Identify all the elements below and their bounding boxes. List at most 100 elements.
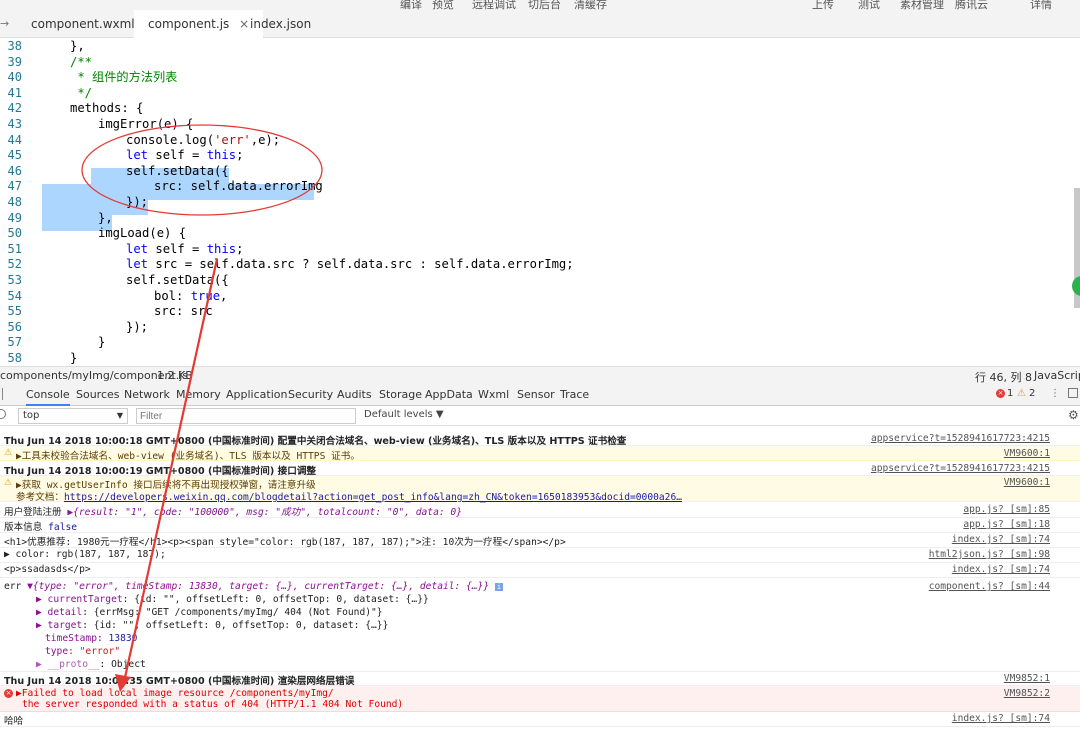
tab-appdata[interactable]: AppData <box>425 384 473 406</box>
error-count[interactable]: 1 <box>1007 388 1013 399</box>
console-text: 版本信息 false <box>4 522 78 533</box>
object-preview[interactable]: ▶{result: "1", code: "100000", msg: "成功"… <box>67 507 462 518</box>
console-message: 哈哈 index.js? [sm]:74 <box>0 712 1080 727</box>
console-text: <p>ssadasds</p> <box>4 564 91 575</box>
source-link[interactable]: VM9852:1 <box>1004 673 1050 684</box>
line-number: 43 <box>7 117 22 131</box>
warning-icon: ⚠ <box>4 448 13 458</box>
tab-console[interactable]: Console <box>26 384 70 406</box>
tab-memory[interactable]: Memory <box>176 384 221 406</box>
line-number: 46 <box>7 163 22 178</box>
language-mode[interactable]: JavaScript <box>1034 369 1080 382</box>
object-property[interactable]: ▶ currentTarget: {id: "", offsetLeft: 0,… <box>36 594 429 605</box>
code-line: bol: true, <box>154 288 228 303</box>
source-link[interactable]: appservice?t=1528941617723:4215 <box>871 433 1050 444</box>
object-property[interactable]: ▶ target: {id: "", offsetLeft: 0, offset… <box>36 620 388 631</box>
console-message: err ▼{type: "error", timeStamp: 13830, t… <box>0 578 1080 672</box>
console-text[interactable]: ▶ color: rgb(187, 187, 187); <box>4 549 166 560</box>
console-text: Thu Jun 14 2018 10:00:35 GMT+0800 (中国标准时… <box>4 676 355 687</box>
line-number: 56 <box>7 319 22 334</box>
toolbar-upload[interactable]: 上传 <box>812 0 834 10</box>
code-line: * 组件的方法列表 <box>70 70 178 85</box>
gear-icon[interactable]: ⚙ <box>1068 408 1079 422</box>
warning-count[interactable]: 2 <box>1029 388 1035 399</box>
code-line: imgLoad(e) { <box>98 226 187 241</box>
console-message: 版本信息 false app.js? [sm]:18 <box>0 518 1080 533</box>
source-link[interactable]: app.js? [sm]:85 <box>963 504 1050 515</box>
panel-icon[interactable] <box>2 388 8 400</box>
undock-icon[interactable] <box>1068 388 1078 398</box>
tab-sources[interactable]: Sources <box>76 384 120 406</box>
toolbar-background[interactable]: 切后台 <box>528 0 561 10</box>
code-line: let src = self.data.src ? self.data.src … <box>126 257 574 272</box>
tab-label: component.wxml <box>31 17 135 31</box>
levels-dropdown[interactable]: Default levels ▼ <box>364 409 444 420</box>
object-property[interactable]: ▶ detail: {errMsg: "GET /components/myIm… <box>36 607 383 618</box>
tab-audits[interactable]: Audits <box>337 384 372 406</box>
toolbar-tencent-cloud[interactable]: 腾讯云 <box>955 0 988 10</box>
editor-scrollbar[interactable] <box>1074 188 1080 308</box>
console-text: Thu Jun 14 2018 10:00:19 GMT+0800 (中国标准时… <box>4 466 317 477</box>
file-size: 1.2 KB <box>157 369 193 382</box>
console-text: Thu Jun 14 2018 10:00:18 GMT+0800 (中国标准时… <box>4 436 627 447</box>
object-property: type: "error" <box>45 646 121 657</box>
toolbar-preview[interactable]: 预览 <box>432 0 454 10</box>
line-number: 58 <box>7 351 22 365</box>
tab-label: component.js <box>148 17 230 31</box>
source-link[interactable]: component.js? [sm]:44 <box>929 581 1050 592</box>
source-link[interactable]: index.js? [sm]:74 <box>952 713 1050 724</box>
console-filter-bar: top ▼ Default levels ▼ ⚙ <box>0 406 1080 426</box>
source-link[interactable]: index.js? [sm]:74 <box>952 564 1050 575</box>
tab-trace[interactable]: Trace <box>560 384 589 406</box>
tab-wxml[interactable]: Wxml <box>478 384 509 406</box>
line-number: 50 <box>7 226 22 241</box>
tab-sensor[interactable]: Sensor <box>517 384 555 406</box>
cursor-position[interactable]: 行 46, 列 8 <box>975 369 1032 385</box>
more-vertical-icon[interactable]: ⋮ <box>1050 388 1060 399</box>
source-link[interactable]: VM9600:1 <box>1004 448 1050 459</box>
console-text[interactable]: ▶Failed to load local image resource /co… <box>16 688 334 699</box>
console-message: Thu Jun 14 2018 10:00:35 GMT+0800 (中国标准时… <box>0 672 1080 687</box>
toolbar-remote-debug[interactable]: 远程调试 <box>472 0 516 10</box>
source-link[interactable]: index.js? [sm]:74 <box>952 534 1050 545</box>
tab-network[interactable]: Network <box>124 384 170 406</box>
context-select[interactable]: top ▼ <box>18 408 128 424</box>
line-number: 40 <box>7 70 22 85</box>
console-error: × ▶Failed to load local image resource /… <box>0 686 1080 712</box>
editor-status-bar: components/myImg/component.js 1.2 KB 行 4… <box>0 366 1080 384</box>
code-line: } <box>70 351 78 365</box>
code-line: console.log('err',e); <box>126 132 281 147</box>
top-toolbar: 编译 预览 远程调试 切后台 清缓存 上传 测试 素材管理 腾讯云 详情 <box>0 0 1080 10</box>
source-link[interactable]: html2json.js? [sm]:98 <box>929 549 1050 560</box>
source-link[interactable]: VM9852:2 <box>1004 688 1050 699</box>
line-number: 54 <box>7 288 22 303</box>
source-link[interactable]: appservice?t=1528941617723:4215 <box>871 463 1050 474</box>
toolbar-assets[interactable]: 素材管理 <box>900 0 944 10</box>
arrow-right-icon[interactable]: → <box>0 17 9 30</box>
tab-index-json[interactable]: index.json <box>236 10 325 38</box>
object-property[interactable]: ▶ __proto__: Object <box>36 659 146 670</box>
source-link[interactable]: VM9600:1 <box>1004 477 1050 488</box>
toolbar-clear-cache[interactable]: 清缓存 <box>574 0 607 10</box>
tab-label: index.json <box>250 17 312 31</box>
code-editor[interactable]: 38 39 40 41 42 43 44 45 46 47 48 49 50 5… <box>0 38 1080 366</box>
tab-security[interactable]: Security <box>288 384 333 406</box>
console-text: 哈哈 <box>4 716 24 727</box>
line-number: 55 <box>7 304 22 319</box>
toolbar-compile[interactable]: 编译 <box>400 0 422 10</box>
line-number-gutter: 38 39 40 41 42 43 44 45 46 47 48 49 50 5… <box>0 38 30 366</box>
tab-component-wxml[interactable]: component.wxml <box>17 10 149 38</box>
code-line: }); <box>126 195 149 209</box>
console-message: <h1>优惠推荐: 1980元一疗程</h1><p><span style="c… <box>0 533 1080 548</box>
tab-storage[interactable]: Storage <box>379 384 422 406</box>
toolbar-test[interactable]: 测试 <box>858 0 880 10</box>
filter-input[interactable] <box>136 408 356 424</box>
object-tree-toggle[interactable]: ▼{type: "error", timeStamp: 13830, targe… <box>27 581 489 592</box>
toolbar-details[interactable]: 详情 <box>1030 0 1052 10</box>
editor-tab-bar: → component.wxml component.js × index.js… <box>0 10 1080 38</box>
console-text: <h1>优惠推荐: 1980元一疗程</h1><p><span style="c… <box>4 537 566 548</box>
source-link[interactable]: app.js? [sm]:18 <box>963 519 1050 530</box>
console-text: 参考文档：https://developers.weixin.qq.com/bl… <box>16 492 682 503</box>
tab-application[interactable]: Application <box>226 384 287 406</box>
clear-console-icon[interactable] <box>0 409 6 419</box>
